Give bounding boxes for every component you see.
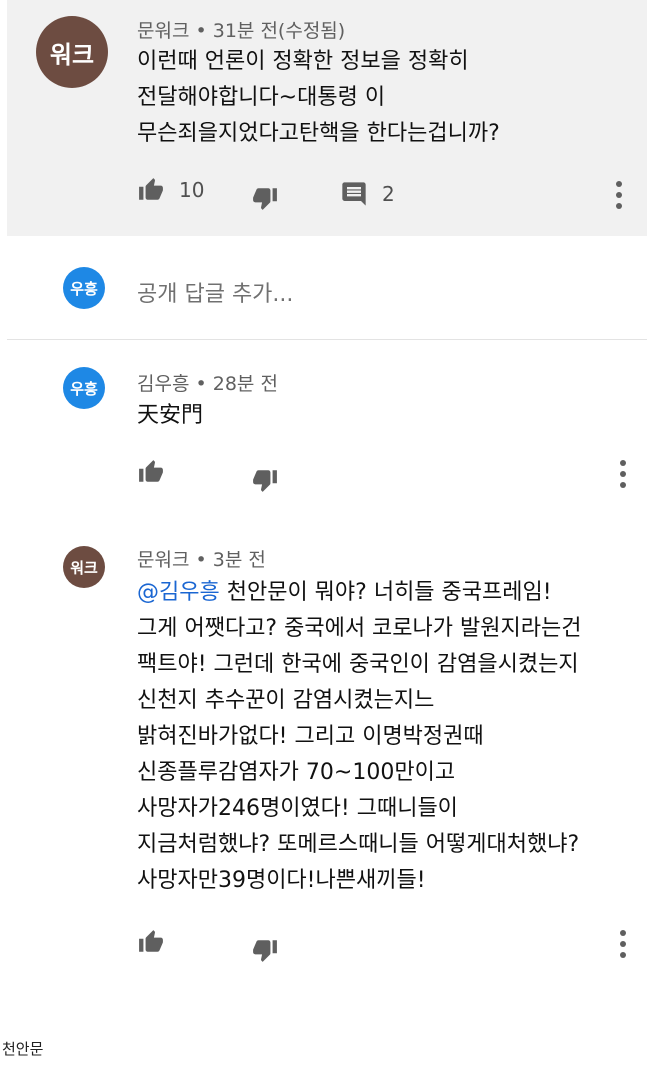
avatar-text: 우흥 [70,379,98,398]
more-options-button[interactable] [611,180,627,210]
like-button[interactable]: 10 [137,177,204,203]
comment-meta: 문워크 • 31분 전(수정됨) [137,16,345,43]
dislike-button[interactable] [251,467,279,493]
comment-line: 밝혀진바가없다! 그리고 이명박정권때 [137,724,484,749]
comment-line: 사망자만39명이다!나쁜새끼들! [137,868,426,893]
comment-line: 신천지 추수꾼이 감염시켰는지느 [137,688,435,713]
comment-meta: 문워크 • 3분 전 [137,545,266,572]
dislike-button[interactable] [251,937,279,963]
meta-separator: • [195,549,213,571]
top-comment: 워크 문워크 • 31분 전(수정됨) 이런때 언론이 정확한 정보을 정확히 … [7,0,647,236]
reply-count: 2 [382,182,395,206]
avatar[interactable]: 우흥 [63,367,105,409]
thumb-down-icon [251,937,279,963]
avatar-text: 우흥 [70,279,98,298]
mention-link[interactable]: @김우흥 [137,580,220,605]
comment-line: 그게 어쨋다고? 중국에서 코로나가 발원지라는건 [137,616,582,641]
comment-line: 이런때 언론이 정확한 정보을 정확히 [137,49,469,74]
reply-item: 워크 문워크 • 3분 전 @김우흥 천안문이 뭐야? 너히들 중국프레임! 그… [7,511,647,973]
like-count: 10 [179,178,205,202]
comment-line: 전달해야합니다~대통령 이 [137,85,386,110]
avatar-text: 워크 [49,40,95,69]
like-button[interactable] [137,459,165,485]
avatar[interactable]: 워크 [36,16,108,88]
more-options-button[interactable] [615,459,631,489]
thumb-down-icon [251,185,279,211]
meta-separator: • [195,373,213,395]
comment-line: 무슨죄을지었다고탄핵을 한다는겁니까? [137,121,500,146]
comment-text: 天安門 [137,398,203,434]
more-vert-icon [611,180,627,210]
avatar-text: 워크 [70,558,98,577]
comment-line-rest: 천안문이 뭐야? 너히들 중국프레임! [219,580,552,605]
meta-separator: • [195,20,213,42]
comment-line: 신종플루감염자가 70~100만이고 [137,760,456,785]
comment-line: 사망자가246명이였다! 그때니들이 [137,796,458,821]
thumb-down-icon [251,467,279,493]
comment-time: 3분 전 [212,549,266,571]
more-vert-icon [615,459,631,489]
like-button[interactable] [137,929,165,955]
comment-line: 天安門 [137,403,204,428]
comment-icon [340,180,368,208]
avatar: 우흥 [63,267,105,309]
reply-item: 우흥 김우흥 • 28분 전 天安門 [7,341,647,511]
comment-line: 지금처럼했냐? 또메르스때니들 어떻게대처했냐? [137,832,580,857]
comment-time: 28분 전 [212,373,278,395]
author-name[interactable]: 문워크 [137,20,189,42]
comment-meta: 김우흥 • 28분 전 [137,369,278,396]
caption: 천안문 [2,1040,44,1058]
author-name[interactable]: 문워크 [137,549,189,571]
more-vert-icon [615,929,631,959]
comment-text: 이런때 언론이 정확한 정보을 정확히 전달해야합니다~대통령 이 무슨죄을지었… [137,44,500,152]
dislike-button[interactable] [251,185,279,211]
thumb-up-icon [137,459,165,485]
comment-text: @김우흥 천안문이 뭐야? 너히들 중국프레임! 그게 어쨋다고? 중국에서 코… [137,575,581,899]
more-options-button[interactable] [615,929,631,959]
comment-line: @김우흥 천안문이 뭐야? 너히들 중국프레임! [137,575,581,611]
avatar[interactable]: 워크 [63,546,105,588]
comment-line: 팩트야! 그런데 한국에 중국인이 감염을시켰는지 [137,652,579,677]
reply-input[interactable]: 공개 답글 추가... [137,276,293,308]
comment-time: 31분 전(수정됨) [212,20,346,42]
reply-button[interactable]: 2 [340,180,395,208]
author-name[interactable]: 김우흥 [137,373,189,395]
reply-box: 우흥 공개 답글 추가... [7,238,647,340]
thumb-up-icon [137,177,165,203]
thumb-up-icon [137,929,165,955]
